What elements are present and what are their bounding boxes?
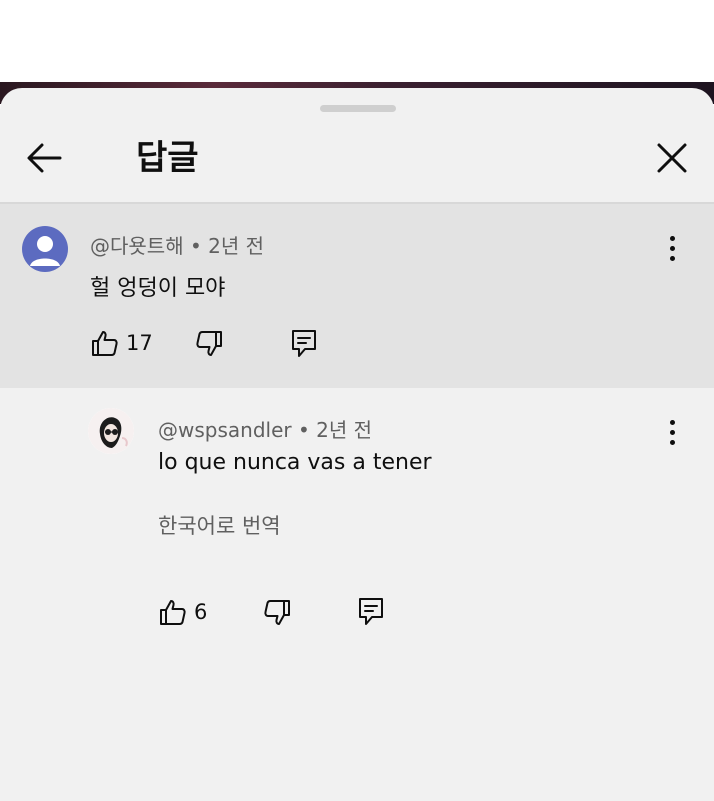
- reply-text: lo que nunca vas a tener: [158, 450, 432, 475]
- reply-icon: [292, 330, 316, 357]
- translate-button[interactable]: 한국어로 번역: [158, 510, 281, 540]
- more-vert-icon: [669, 235, 675, 241]
- dislike-button[interactable]: [194, 329, 224, 359]
- reply-meta: @wspsandler • 2년 전: [158, 414, 372, 443]
- close-icon: [657, 143, 687, 173]
- replies-sheet: 답글 @다욧트해 • 2년 전 헐 엉덩이 모야 17 @wspsandler …: [0, 88, 714, 801]
- page-title: 답글: [136, 138, 199, 178]
- reply-more-options-button[interactable]: [658, 414, 686, 450]
- comment-text: 헐 엉덩이 모야: [90, 276, 226, 301]
- arrow-left-icon: [27, 143, 62, 173]
- meta-separator: •: [297, 418, 317, 442]
- avatar[interactable]: [22, 226, 68, 272]
- comment-author[interactable]: @다욧트해: [90, 234, 184, 258]
- comment-time: 2년 전: [208, 234, 265, 258]
- comment-meta: @다욧트해 • 2년 전: [90, 230, 264, 259]
- parent-comment: @다욧트해 • 2년 전 헐 엉덩이 모야: [0, 204, 714, 388]
- thumbs-down-icon: [264, 600, 290, 625]
- reply-time: 2년 전: [316, 418, 373, 442]
- default-user-icon: [30, 236, 60, 266]
- more-vert-icon: [669, 419, 675, 425]
- close-button[interactable]: [648, 134, 696, 182]
- back-button[interactable]: [22, 134, 70, 182]
- reply-like-count: 6: [194, 600, 208, 624]
- like-count: 17: [126, 331, 153, 355]
- reply-icon: [359, 598, 383, 625]
- meta-separator: •: [189, 234, 209, 258]
- avatar-image: [88, 408, 134, 454]
- reply-dislike-button[interactable]: [262, 598, 292, 628]
- reply-button[interactable]: [290, 328, 318, 360]
- reply-like-button[interactable]: 6: [158, 597, 207, 627]
- thumbs-up-icon: [92, 331, 118, 356]
- reply-avatar[interactable]: [88, 408, 134, 454]
- more-options-button[interactable]: [658, 230, 686, 266]
- drag-handle[interactable]: [320, 105, 396, 112]
- reply-reply-button[interactable]: [357, 596, 385, 628]
- sheet-header: 답글: [0, 124, 714, 204]
- thumbs-up-icon: [160, 600, 186, 625]
- like-button[interactable]: 17: [90, 328, 153, 358]
- thumbs-down-icon: [196, 331, 222, 356]
- reply-author[interactable]: @wspsandler: [158, 418, 292, 442]
